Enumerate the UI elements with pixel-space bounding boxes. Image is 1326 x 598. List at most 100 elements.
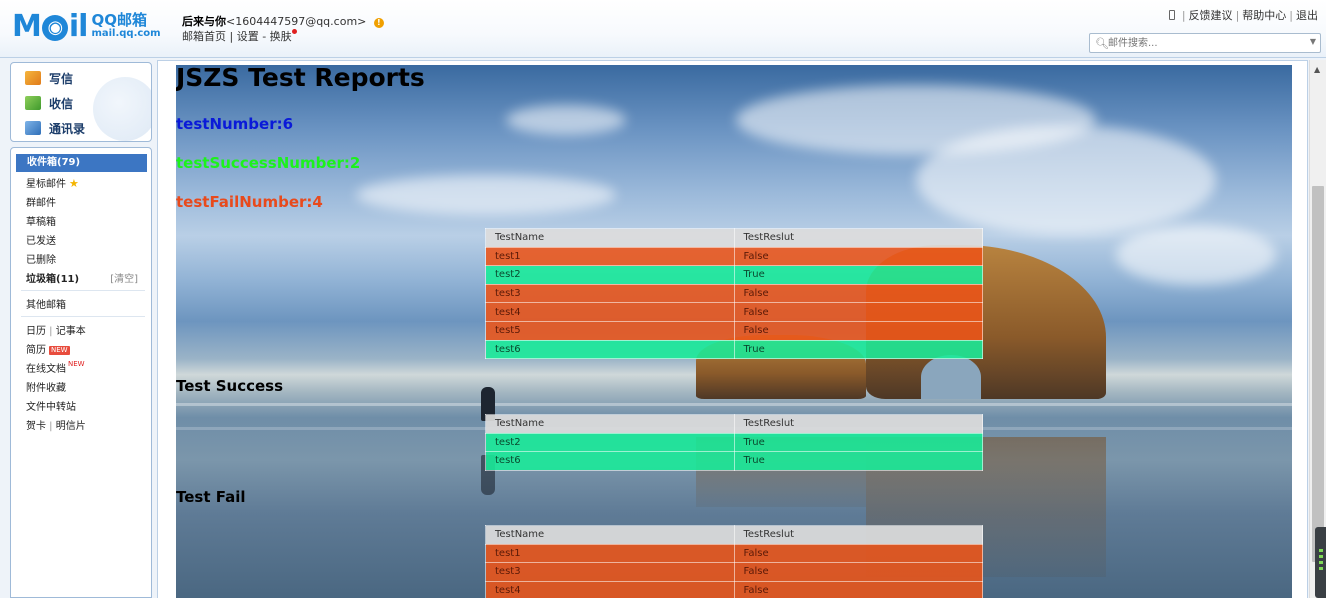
test-result-cell: False bbox=[733, 246, 983, 267]
penguin-decoration bbox=[93, 77, 151, 141]
test-name-cell: test2 bbox=[485, 265, 735, 285]
folder-drafts[interactable]: 草稿箱 bbox=[26, 213, 56, 229]
folder-deleted[interactable]: 已删除 bbox=[26, 251, 56, 267]
background-arch-hole bbox=[921, 355, 981, 399]
compose-icon bbox=[25, 71, 41, 85]
compose-button[interactable]: 写信 bbox=[25, 68, 73, 88]
table-header-row: TestName TestReslut bbox=[485, 525, 983, 545]
feedback-link[interactable]: 反馈建议 bbox=[1189, 9, 1233, 22]
success-results-table: TestName TestReslut test2 True test6 True bbox=[485, 414, 983, 471]
separator: | bbox=[1235, 9, 1240, 22]
level-bar-icon bbox=[1319, 567, 1323, 570]
background-cloud bbox=[1116, 225, 1276, 285]
scroll-up-arrow-icon[interactable]: ▲ bbox=[1314, 65, 1320, 74]
help-link[interactable]: 帮助中心 bbox=[1242, 9, 1286, 22]
home-link[interactable]: 邮箱首页 bbox=[182, 30, 226, 43]
content-scrollbar[interactable]: ▲ bbox=[1309, 60, 1326, 598]
background-cloud bbox=[356, 175, 616, 215]
test-name-cell: test5 bbox=[485, 320, 735, 341]
skin-link[interactable]: 换肤 bbox=[270, 30, 292, 43]
table-header-row: TestName TestReslut bbox=[485, 228, 983, 248]
test-name-cell: test3 bbox=[485, 283, 735, 304]
logo-mail-text: M ◉ il bbox=[12, 9, 88, 44]
all-results-table: TestName TestReslut test1 False test2 True… bbox=[485, 228, 983, 360]
test-result-cell: False bbox=[733, 302, 983, 322]
floating-widget[interactable] bbox=[1315, 527, 1326, 598]
user-info: 后来与你<1604447597@qq.com> ! bbox=[182, 13, 384, 29]
test-name-cell: test1 bbox=[485, 543, 735, 564]
column-header-testname: TestName bbox=[485, 228, 735, 248]
folder-other-mailboxes[interactable]: 其他邮箱 bbox=[26, 296, 66, 312]
background-cloud bbox=[916, 125, 1216, 235]
scrollbar-thumb[interactable] bbox=[1312, 186, 1324, 562]
contacts-button[interactable]: 通讯录 bbox=[25, 118, 85, 138]
table-row: test6 True bbox=[485, 451, 983, 471]
test-name-cell: test2 bbox=[485, 432, 735, 453]
notification-dot-icon bbox=[291, 29, 297, 34]
receive-icon bbox=[25, 96, 41, 110]
divider bbox=[21, 290, 145, 291]
separator: | bbox=[46, 326, 56, 337]
table-row: test3 False bbox=[485, 562, 983, 582]
separator: | bbox=[1181, 9, 1186, 22]
column-header-testname: TestName bbox=[485, 414, 735, 434]
success-heading: Test Success bbox=[176, 377, 284, 395]
star-icon: ★ bbox=[69, 177, 79, 190]
logo-domain-text: mail.qq.com bbox=[91, 28, 161, 39]
separator: - bbox=[262, 30, 270, 43]
quick-actions-panel: 写信 收信 通讯录 bbox=[10, 62, 152, 142]
warning-icon[interactable]: ! bbox=[373, 18, 384, 28]
search-icon[interactable]: 🔍︎ bbox=[1095, 37, 1109, 50]
level-bar-icon bbox=[1319, 549, 1323, 552]
column-header-testresult: TestReslut bbox=[733, 228, 983, 248]
table-row: test1 False bbox=[485, 543, 983, 564]
resume-link[interactable]: 简历 NEW bbox=[26, 341, 70, 357]
calendar-link[interactable]: 日历 bbox=[26, 326, 46, 337]
test-fail-number: testFailNumber:4 bbox=[176, 193, 323, 211]
report-title: JSZS Test Reports bbox=[176, 65, 425, 92]
postcards-link[interactable]: 明信片 bbox=[56, 421, 86, 432]
folder-sent[interactable]: 已发送 bbox=[26, 232, 56, 248]
level-bar-icon bbox=[1319, 561, 1323, 564]
test-result-cell: True bbox=[733, 432, 983, 453]
background-horizon bbox=[176, 403, 1292, 406]
greeting-cards-link[interactable]: 贺卡 bbox=[26, 421, 46, 432]
online-docs-link[interactable]: 在线文档 NEW bbox=[26, 360, 85, 376]
test-name-cell: test4 bbox=[485, 580, 735, 598]
table-row: test2 True bbox=[485, 432, 983, 453]
test-name-cell: test6 bbox=[485, 451, 735, 471]
folder-inbox[interactable]: 收件箱(79) bbox=[16, 154, 147, 172]
column-header-testresult: TestReslut bbox=[733, 525, 983, 545]
user-name[interactable]: 后来与你 bbox=[182, 15, 226, 28]
table-row: test4 False bbox=[485, 302, 983, 322]
phone-icon[interactable] bbox=[1168, 10, 1175, 20]
folder-group[interactable]: 群邮件 bbox=[26, 194, 56, 210]
folder-list: 收件箱(79) 星标邮件 ★ 群邮件 草稿箱 已发送 已删除 垃圾箱(11) [清空… bbox=[10, 147, 152, 598]
column-header-testname: TestName bbox=[485, 525, 735, 545]
clear-junk-link[interactable]: [清空] bbox=[110, 270, 138, 285]
qq-mail-logo[interactable]: M ◉ il QQ邮箱 mail.qq.com bbox=[12, 10, 161, 44]
test-result-cell: False bbox=[733, 562, 983, 582]
mail-content-frame: JSZS Test Reports testNumber:6 testSucce… bbox=[157, 60, 1308, 598]
test-result-cell: False bbox=[733, 580, 983, 598]
tools-calendar-notes: 日历 | 记事本 bbox=[26, 322, 86, 338]
chevron-down-icon[interactable]: ▼ bbox=[1310, 37, 1316, 46]
search-input[interactable] bbox=[1108, 36, 1298, 50]
table-row: test5 False bbox=[485, 320, 983, 341]
test-result-cell: False bbox=[733, 320, 983, 341]
table-row: test6 True bbox=[485, 339, 983, 360]
level-bar-icon bbox=[1319, 555, 1323, 558]
logout-link[interactable]: 退出 bbox=[1296, 9, 1318, 22]
file-transfer-link[interactable]: 文件中转站 bbox=[26, 398, 76, 414]
test-success-number: testSuccessNumber:2 bbox=[176, 154, 361, 172]
test-result-cell: True bbox=[733, 451, 983, 471]
notes-link[interactable]: 记事本 bbox=[56, 326, 86, 337]
folder-starred[interactable]: 星标邮件 ★ bbox=[26, 175, 79, 191]
separator: | bbox=[46, 421, 56, 432]
folder-junk[interactable]: 垃圾箱(11) [清空] bbox=[26, 270, 146, 286]
receive-button[interactable]: 收信 bbox=[25, 93, 73, 113]
settings-link[interactable]: 设置 bbox=[237, 30, 259, 43]
user-email: <1604447597@qq.com> bbox=[226, 15, 367, 28]
table-row: test1 False bbox=[485, 246, 983, 267]
attachments-link[interactable]: 附件收藏 bbox=[26, 379, 66, 395]
